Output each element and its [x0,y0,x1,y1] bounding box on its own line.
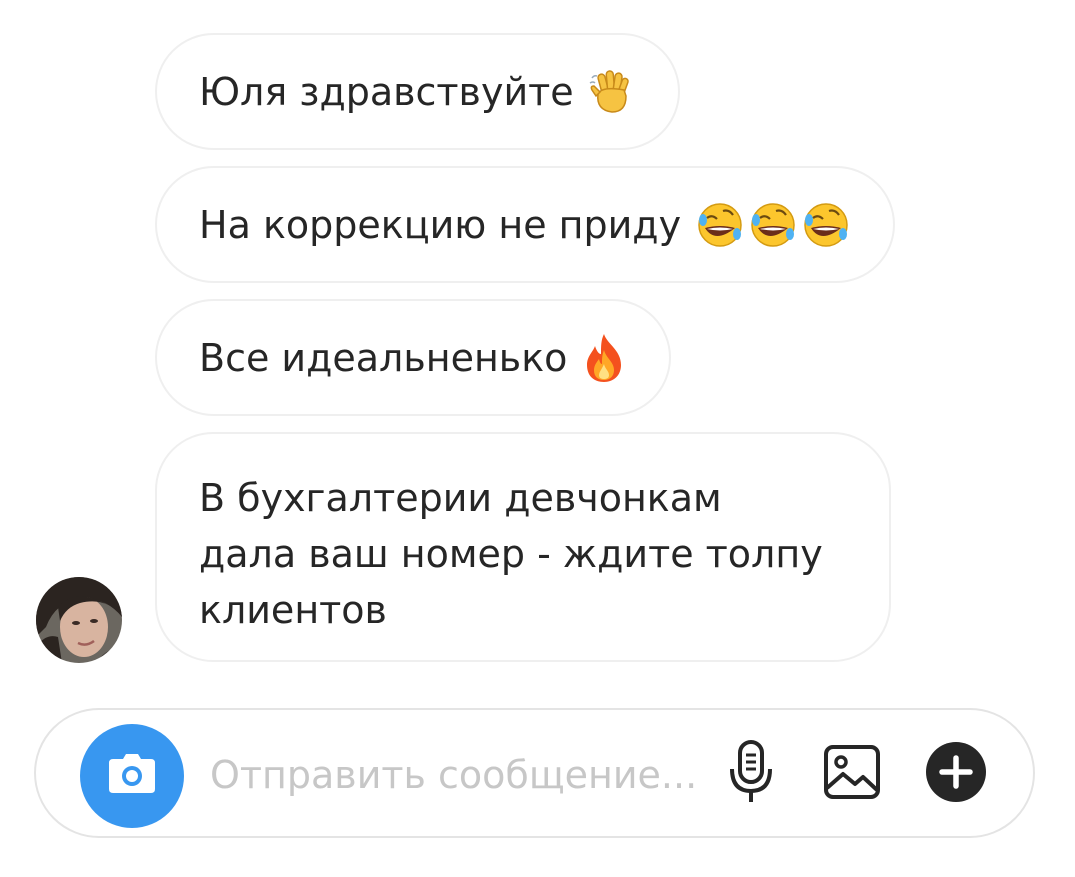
message-line: В бухгалтерии девчонкам [199,476,722,520]
message-text: Все идеальненько [199,335,568,380]
message-bubble[interactable]: В бухгалтерии девчонкам дала ваш номер -… [155,432,891,662]
waving-hand-emoji [588,68,636,116]
plus-icon [925,741,987,807]
message-line: дала ваш номер - ждите толпу [199,532,823,576]
message-bubble[interactable]: Все идеальненько [155,299,672,416]
message-text: Юля здравствуйте [199,69,574,114]
message-composer: Отправить сообщение... [34,708,1035,838]
fire-emoji [581,332,627,384]
gallery-button[interactable] [822,744,882,804]
message-text: На коррекцию не приду [199,202,682,247]
camera-icon [107,753,157,799]
image-icon [823,744,881,804]
microphone-icon [729,739,773,809]
message-input[interactable]: Отправить сообщение... [210,748,697,802]
message-line: клиентов [199,588,387,632]
camera-button[interactable] [80,724,184,828]
avatar[interactable] [36,577,122,663]
add-button[interactable] [924,742,988,806]
message-bubble[interactable]: Юля здравствуйте [155,33,680,150]
rolling-laughing-emoji-group [695,200,851,250]
microphone-button[interactable] [726,740,776,808]
message-bubble[interactable]: На коррекцию не приду [155,166,896,283]
